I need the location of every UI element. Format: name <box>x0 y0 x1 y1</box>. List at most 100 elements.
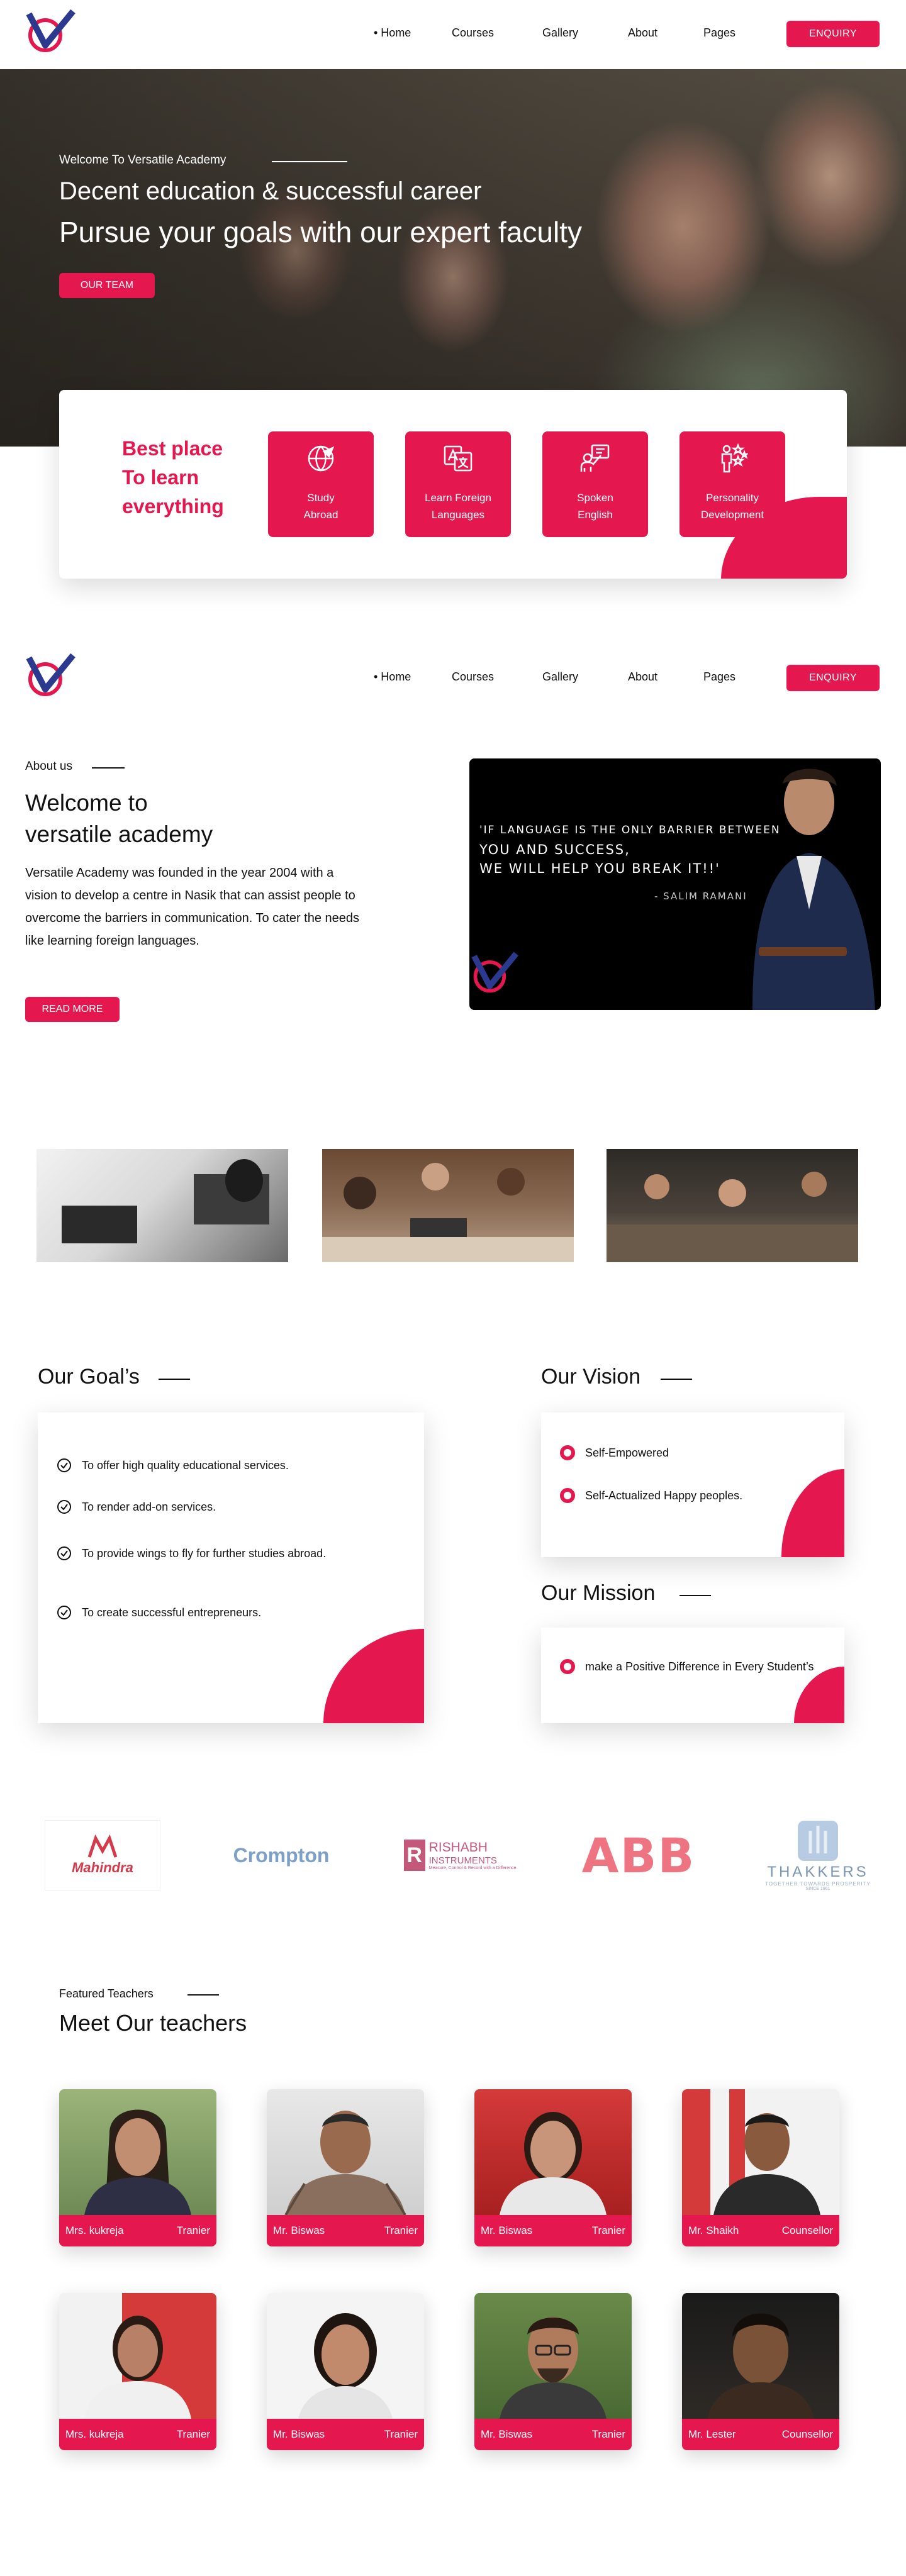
nav-pages[interactable]: Pages <box>703 670 735 684</box>
teacher-card[interactable]: Mr. Lester Counsellor <box>682 2293 839 2450</box>
tagline-line: everything <box>122 495 224 518</box>
feature-study-abroad[interactable]: Study Abroad <box>268 431 374 537</box>
teacher-photo <box>682 2293 839 2419</box>
goal-item: To provide wings to fly for further stud… <box>57 1545 333 1562</box>
hero-heading-1: Decent education & successful career <box>59 177 482 205</box>
features-tagline: Best place To learn everything <box>122 434 224 521</box>
teacher-role: Tranier <box>591 2428 625 2440</box>
teacher-info-bar: Mr. Lester Counsellor <box>682 2419 839 2450</box>
nav-pages[interactable]: Pages <box>703 26 735 40</box>
goal-item: To offer high quality educational servic… <box>57 1457 289 1474</box>
abb-text: ABB <box>581 1827 696 1884</box>
speaker-board-icon <box>580 444 610 472</box>
quote-line-3: WE WILL HELP YOU BREAK IT!!' <box>479 861 720 876</box>
gallery-photo-students-table <box>322 1149 574 1262</box>
about-description: Versatile Academy was founded in the yea… <box>25 866 360 948</box>
teacher-name: Mrs. kukreja <box>65 2224 124 2236</box>
teacher-photo <box>474 2089 632 2215</box>
read-more-button[interactable]: READ MORE <box>25 997 120 1022</box>
partner-logo-mahindra: Mahindra <box>44 1818 161 1893</box>
our-team-button[interactable]: OUR TEAM <box>59 273 155 298</box>
teacher-card[interactable]: Mr. Biswas Tranier <box>267 2089 424 2246</box>
top-navbar: • Home Courses Gallery About Pages ENQUI… <box>0 0 906 69</box>
about-label: About us <box>25 760 72 773</box>
teacher-name: Mrs. kukreja <box>65 2428 124 2440</box>
teacher-name: Mr. Biswas <box>481 2428 533 2440</box>
teacher-info-bar: Mr. Biswas Tranier <box>474 2215 632 2246</box>
teacher-card[interactable]: Mrs. kukreja Tranier <box>59 2089 216 2246</box>
teacher-info-bar: Mr. Shaikh Counsellor <box>682 2215 839 2246</box>
mission-card: make a Positive Difference in Every Stud… <box>541 1628 844 1723</box>
teacher-photo <box>59 2089 216 2215</box>
teacher-card[interactable]: Mr. Biswas Tranier <box>474 2089 632 2246</box>
teacher-card[interactable]: Mr. Biswas Tranier <box>267 2293 424 2450</box>
teacher-name: Mr. Biswas <box>481 2224 533 2236</box>
goals-title: Our Goal’s <box>38 1365 140 1389</box>
rishabh-text: RISHABH <box>428 1840 488 1855</box>
partner-logo-crompton: Crompton <box>215 1818 347 1893</box>
about-title: Welcome to versatile academy <box>25 787 213 850</box>
teachers-title: Meet Our teachers <box>59 2010 247 2036</box>
thakkers-text: THAKKERS <box>767 1863 869 1880</box>
secondary-navbar: • Home Courses Gallery About Pages ENQUI… <box>0 644 906 713</box>
vision-card: Self-Empowered Self-Actualized Happy peo… <box>541 1413 844 1557</box>
teacher-name: Mr. Biswas <box>273 2428 325 2440</box>
teacher-photo <box>59 2293 216 2419</box>
teacher-role: Tranier <box>384 2428 418 2440</box>
thakkers-tagline: TOGETHER TOWARDS PROSPERITY <box>765 1881 871 1887</box>
academy-logo[interactable] <box>24 653 77 697</box>
founder-quote-image: 'IF LANGUAGE IS THE ONLY BARRIER BETWEEN… <box>469 758 881 1010</box>
teacher-card[interactable]: Mrs. kukreja Tranier <box>59 2293 216 2450</box>
quote-line-2: YOU AND SUCCESS, <box>479 842 630 857</box>
partner-logo-thakkers: THAKKERS TOGETHER TOWARDS PROSPERITY SIN… <box>755 1818 881 1893</box>
nav-gallery[interactable]: Gallery <box>542 26 578 40</box>
features-card: Best place To learn everything Study Abro… <box>59 390 847 579</box>
card-corner-accent <box>323 1629 424 1723</box>
nav-home[interactable]: • Home <box>374 26 411 40</box>
teacher-photo <box>267 2293 424 2419</box>
feature-label: Personality Development <box>700 492 764 521</box>
goals-divider <box>159 1379 190 1380</box>
teacher-card[interactable]: Mr. Biswas Tranier <box>474 2293 632 2450</box>
tagline-line: To learn <box>122 466 199 489</box>
teacher-name: Mr. Biswas <box>273 2224 325 2236</box>
teacher-name: Mr. Shaikh <box>688 2224 739 2236</box>
teachers-divider <box>187 1994 219 1996</box>
nav-courses[interactable]: Courses <box>452 670 494 684</box>
nav-courses[interactable]: Courses <box>452 26 494 40</box>
mission-item: make a Positive Difference in Every Stud… <box>560 1659 814 1674</box>
vision-item: Self-Empowered <box>560 1445 669 1460</box>
nav-about[interactable]: About <box>628 26 657 40</box>
feature-label: Learn Foreign Languages <box>425 492 491 521</box>
nav-about[interactable]: About <box>628 670 657 684</box>
feature-spoken-english[interactable]: Spoken English <box>542 431 648 537</box>
about-title-line: versatile academy <box>25 821 213 847</box>
teacher-info-bar: Mr. Biswas Tranier <box>474 2419 632 2450</box>
rishabh-emblem-icon: R <box>403 1840 425 1871</box>
teacher-photo <box>267 2089 424 2215</box>
teacher-role: Tranier <box>176 2224 210 2236</box>
teacher-info-bar: Mrs. kukreja Tranier <box>59 2215 216 2246</box>
academy-logo <box>471 952 518 993</box>
goals-card: To offer high quality educational servic… <box>38 1413 424 1723</box>
check-circle-icon <box>57 1606 71 1619</box>
enquiry-button[interactable]: ENQUIRY <box>786 665 880 691</box>
nav-gallery[interactable]: Gallery <box>542 670 578 684</box>
check-circle-icon <box>57 1500 71 1514</box>
vision-divider <box>661 1379 692 1380</box>
tagline-line: Best place <box>122 437 223 460</box>
mission-title: Our Mission <box>541 1581 656 1605</box>
enquiry-button[interactable]: ENQUIRY <box>786 21 880 47</box>
goal-item: To create successful entrepreneurs. <box>57 1604 261 1621</box>
mahindra-text: Mahindra <box>72 1860 133 1875</box>
nav-home[interactable]: • Home <box>374 670 411 684</box>
rishabh-subtext: INSTRUMENTS <box>428 1855 497 1866</box>
academy-logo[interactable] <box>24 9 77 53</box>
vision-item: Self-Actualized Happy peoples. <box>560 1488 742 1503</box>
feature-personality-development[interactable]: Personality Development <box>680 431 785 537</box>
teacher-card[interactable]: Mr. Shaikh Counsellor <box>682 2089 839 2246</box>
ring-bullet-icon <box>560 1488 575 1503</box>
teachers-label: Featured Teachers <box>59 1987 154 2000</box>
mission-divider <box>680 1595 711 1596</box>
feature-foreign-languages[interactable]: Learn Foreign Languages <box>405 431 511 537</box>
